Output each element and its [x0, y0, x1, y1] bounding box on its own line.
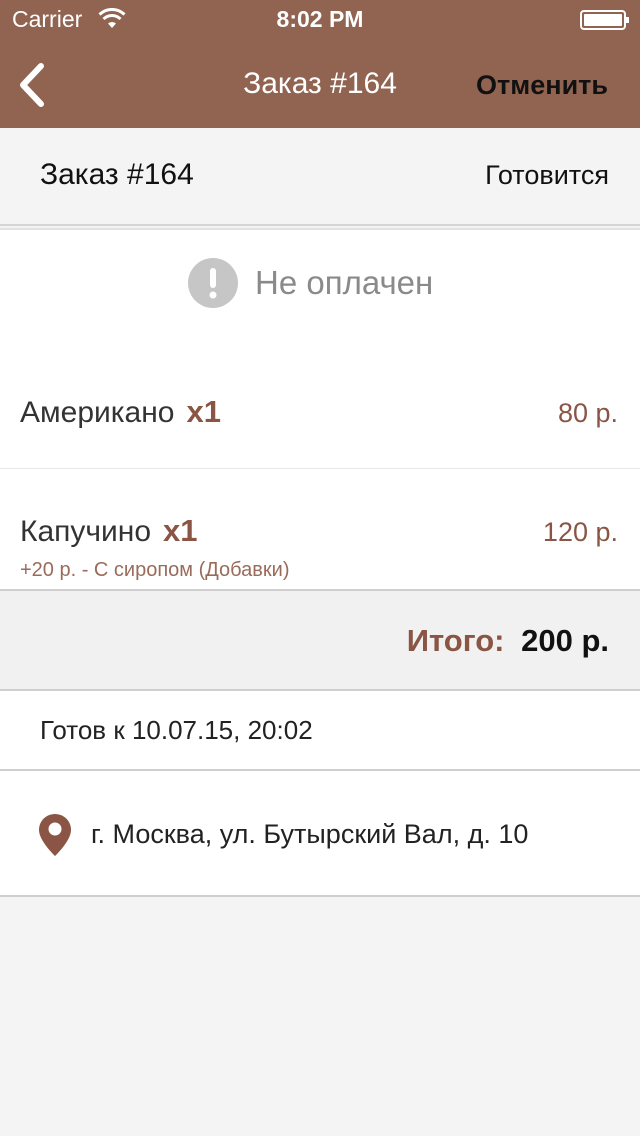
header: Carrier 8:02 PM Заказ #164 Отменить [0, 0, 640, 128]
item-name: Капучино x1 [20, 513, 198, 549]
back-button[interactable] [6, 58, 56, 112]
order-item: Американо x1 80 р. [0, 350, 640, 469]
address-row[interactable]: г. Москва, ул. Бутырский Вал, д. 10 [0, 771, 640, 897]
item-quantity: x1 [163, 513, 198, 548]
nav-title: Заказ #164 [243, 67, 397, 100]
payment-status: Не оплачен [0, 228, 640, 352]
ready-time-text: Готов к 10.07.15, 20:02 [40, 715, 313, 745]
order-item: Капучино x1 120 р. +20 р. - С сиропом (До… [0, 469, 640, 591]
total-value: 200 р. [521, 623, 609, 658]
cancel-order-button[interactable]: Отменить [476, 70, 608, 101]
map-pin-icon [39, 814, 71, 856]
order-header-row: Заказ #164 Готовится [0, 128, 640, 226]
payment-status-content: Не оплачен [188, 258, 433, 308]
item-price: 120 р. [542, 517, 618, 547]
address-text: г. Москва, ул. Бутырский Вал, д. 10 [91, 819, 529, 849]
payment-status-label: Не оплачен [255, 264, 434, 301]
item-quantity: x1 [186, 394, 221, 429]
chevron-left-icon [20, 63, 44, 107]
ready-time-row: Готов к 10.07.15, 20:02 [0, 691, 640, 771]
total-label: Итого: [406, 623, 505, 658]
total-row: Итого: 200 р. [0, 591, 640, 691]
battery-icon [580, 10, 629, 30]
item-name-text: Американо [20, 396, 175, 429]
status-bar: Carrier 8:02 PM [0, 0, 640, 40]
item-name: Американо x1 [20, 394, 221, 430]
nav-bar: Заказ #164 Отменить [0, 40, 640, 128]
order-title: Заказ #164 [40, 158, 194, 191]
item-price: 80 р. [557, 398, 618, 428]
item-addon: +20 р. - С сиропом (Добавки) [20, 559, 290, 581]
status-time: 8:02 PM [276, 6, 364, 32]
alert-icon [188, 258, 238, 308]
order-status: Готовится [485, 160, 609, 190]
total: Итого: 200 р. [407, 623, 609, 659]
item-name-text: Капучино [20, 515, 152, 548]
